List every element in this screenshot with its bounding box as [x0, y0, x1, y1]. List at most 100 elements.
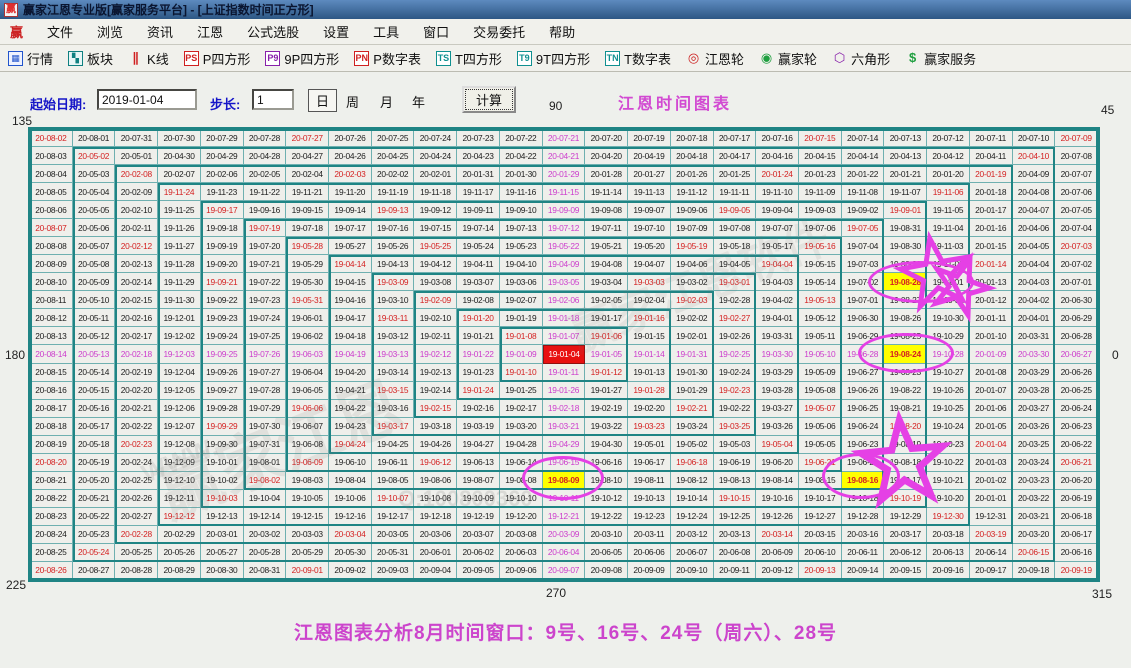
- toolbar-button-江恩轮[interactable]: ◎江恩轮: [686, 49, 744, 68]
- period-year-toggle[interactable]: 年: [412, 92, 425, 111]
- grid-cell: 20-07-02: [1055, 255, 1098, 273]
- grid-cell: 19-04-25: [372, 436, 415, 454]
- grid-cell: 20-01-19: [970, 165, 1013, 183]
- menu-item-5[interactable]: 公式选股: [247, 22, 299, 41]
- grid-cell: 20-06-14: [970, 544, 1013, 562]
- grid-cell: 20-02-08: [115, 165, 158, 183]
- grid-cell: 19-06-18: [671, 454, 714, 472]
- grid-cell: 19-05-08: [799, 382, 842, 400]
- menu-item-2[interactable]: 浏览: [97, 22, 123, 41]
- grid-cell: 19-03-29: [756, 364, 799, 382]
- calculate-button[interactable]: 计算: [462, 86, 516, 113]
- grid-cell: 20-07-09: [1055, 129, 1098, 147]
- grid-cell: 20-03-20: [1013, 526, 1056, 544]
- grid-cell: 20-04-04: [1013, 255, 1056, 273]
- grid-cell: 20-09-17: [970, 562, 1013, 580]
- toolbar-label: 9T四方形: [536, 49, 590, 68]
- menu-item-1[interactable]: 文件: [47, 22, 73, 41]
- grid-cell: 19-12-08: [158, 436, 201, 454]
- toolbar-button-9T四方形[interactable]: T99T四方形: [517, 49, 590, 68]
- title-bar: 赢 赢家江恩专业版[赢家服务平台] - [上证指数时间正方形]: [0, 0, 1131, 19]
- grid-cell: 19-11-30: [158, 291, 201, 309]
- grid-cell: 20-07-28: [244, 129, 287, 147]
- grid-cell: 19-01-14: [628, 345, 671, 363]
- grid-cell: 19-04-29: [543, 436, 586, 454]
- start-date-input[interactable]: [97, 89, 197, 110]
- grid-cell: 20-05-27: [201, 544, 244, 562]
- period-week-toggle[interactable]: 周: [346, 92, 359, 111]
- menu-item-7[interactable]: 工具: [373, 22, 399, 41]
- grid-cell: 19-04-11: [457, 255, 500, 273]
- period-month-toggle[interactable]: 月: [380, 92, 393, 111]
- grid-cell: 19-07-12: [543, 219, 586, 237]
- grid-cell: 19-07-13: [500, 219, 543, 237]
- angle-label-135: 135: [12, 114, 32, 128]
- grid-cell: 20-04-24: [414, 147, 457, 165]
- grid-cell: 20-04-10: [1013, 147, 1056, 165]
- grid-cell: 19-07-08: [714, 219, 757, 237]
- toolbar-button-赢家轮[interactable]: ◉赢家轮: [759, 49, 817, 68]
- grid-cell: 20-09-12: [756, 562, 799, 580]
- grid-cell: 19-12-29: [884, 508, 927, 526]
- toolbar-button-P数字表[interactable]: PNP数字表: [354, 49, 421, 68]
- toolbar-button-T数字表[interactable]: TNT数字表: [605, 49, 671, 68]
- grid-cell: 19-06-15: [543, 454, 586, 472]
- grid-cell: 19-06-17: [628, 454, 671, 472]
- grid-cell: 19-01-07: [543, 327, 586, 345]
- toolbar-button-行情[interactable]: ▦行情: [8, 49, 53, 68]
- grid-cell: 20-05-24: [73, 544, 116, 562]
- period-day-toggle[interactable]: 日: [308, 89, 337, 112]
- toolbar-button-P四方形[interactable]: PSP四方形: [184, 49, 251, 68]
- grid-cell: 20-03-28: [1013, 382, 1056, 400]
- toolbar-button-板块[interactable]: ▚板块: [68, 49, 113, 68]
- toolbar-button-T四方形[interactable]: TST四方形: [436, 49, 502, 68]
- grid-cell: 19-10-21: [927, 472, 970, 490]
- grid-cell: 19-02-06: [543, 291, 586, 309]
- grid-cell: 20-07-29: [201, 129, 244, 147]
- analysis-caption: 江恩图表分析8月时间窗口：9号、16号、24号（周六）、28号: [0, 618, 1131, 645]
- grid-cell: 19-11-16: [500, 183, 543, 201]
- grid-cell: 19-08-29: [884, 255, 927, 273]
- menu-item-6[interactable]: 设置: [323, 22, 349, 41]
- grid-cell: 20-07-21: [543, 129, 586, 147]
- grid-cell: 19-04-18: [329, 327, 372, 345]
- grid-cell: 20-06-21: [1055, 454, 1098, 472]
- grid-cell: 20-08-06: [30, 201, 73, 219]
- grid-cell: 19-01-09: [500, 345, 543, 363]
- step-input[interactable]: [252, 89, 294, 110]
- grid-cell: 19-10-08: [414, 490, 457, 508]
- grid-cell: 20-09-15: [884, 562, 927, 580]
- menu-item-3[interactable]: 资讯: [147, 22, 173, 41]
- menu-item-4[interactable]: 江恩: [197, 22, 223, 41]
- grid-cell: 20-01-02: [970, 472, 1013, 490]
- menu-item-9[interactable]: 交易委托: [473, 22, 525, 41]
- grid-cell: 19-03-28: [756, 382, 799, 400]
- toolbar-button-9P四方形[interactable]: P99P四方形: [265, 49, 339, 68]
- grid-cell: 19-01-06: [585, 327, 628, 345]
- grid-cell: 19-10-18: [842, 490, 885, 508]
- grid-cell: 20-04-15: [799, 147, 842, 165]
- grid-cell: 19-12-22: [585, 508, 628, 526]
- grid-cell: 20-02-03: [329, 165, 372, 183]
- grid-cell: 20-05-01: [115, 147, 158, 165]
- toolbar-button-六角形[interactable]: ⬡六角形: [832, 49, 890, 68]
- grid-cell: 19-08-20: [884, 418, 927, 436]
- grid-cell: 20-04-20: [585, 147, 628, 165]
- grid-cell: 19-05-26: [372, 237, 415, 255]
- grid-cell: 19-08-11: [628, 472, 671, 490]
- grid-cell: 20-04-22: [500, 147, 543, 165]
- grid-cell: 20-01-09: [970, 345, 1013, 363]
- grid-cell: 19-11-08: [842, 183, 885, 201]
- menu-item-10[interactable]: 帮助: [549, 22, 575, 41]
- toolbar-button-K线[interactable]: ∥K线: [128, 49, 169, 68]
- grid-cell: 19-11-11: [714, 183, 757, 201]
- grid-cell: 19-05-13: [799, 291, 842, 309]
- grid-cell: 20-08-20: [30, 454, 73, 472]
- menu-item-0[interactable]: 赢: [10, 22, 23, 41]
- grid-cell: 19-11-12: [671, 183, 714, 201]
- grid-cell: 20-06-23: [1055, 418, 1098, 436]
- menu-item-8[interactable]: 窗口: [423, 22, 449, 41]
- grid-cell: 20-08-28: [115, 562, 158, 580]
- toolbar-button-赢家服务[interactable]: $赢家服务: [905, 49, 976, 68]
- grid-cell: 19-07-26: [244, 345, 287, 363]
